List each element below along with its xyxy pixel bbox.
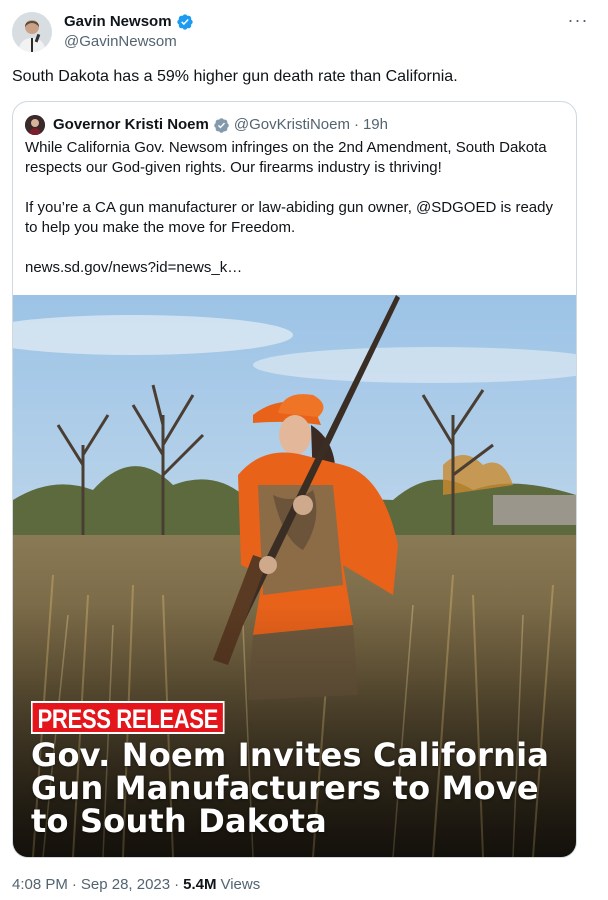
author-avatar[interactable] <box>12 12 52 52</box>
tweet-header: Gavin Newsom @GavinNewsom ··· <box>12 10 596 54</box>
quote-header: Governor Kristi Noem @GovKristiNoem · 19… <box>25 114 564 136</box>
meta-separator: · <box>71 876 77 893</box>
quote-author-name[interactable]: Governor Kristi Noem <box>53 115 209 135</box>
quote-separator: · <box>353 116 359 133</box>
author-handle[interactable]: @GavinNewsom <box>64 32 177 52</box>
author-name-row[interactable]: Gavin Newsom <box>64 12 194 32</box>
quoted-tweet[interactable]: Governor Kristi Noem @GovKristiNoem · 19… <box>12 101 577 858</box>
tweet-time[interactable]: 4:08 PM <box>12 875 68 895</box>
quote-paragraph: If you’re a CA gun manufacturer or law-a… <box>25 199 553 236</box>
quote-timestamp[interactable]: 19h <box>363 115 388 135</box>
views-count[interactable]: 5.4M <box>183 875 216 895</box>
tweet-meta: 4:08 PM · Sep 28, 2023 · 5.4M Views <box>12 875 260 895</box>
meta-separator: · <box>174 876 180 893</box>
author-name[interactable]: Gavin Newsom <box>64 12 172 32</box>
press-release-badge: PRESS RELEASE <box>31 701 225 734</box>
quote-link[interactable]: news.sd.gov/news?id=news_k… <box>25 258 564 278</box>
quote-author-avatar[interactable] <box>25 115 45 135</box>
verified-badge-gray-icon <box>214 117 229 133</box>
quote-author-handle[interactable]: @GovKristiNoem <box>234 115 350 135</box>
quote-media-image[interactable]: PRESS RELEASE Gov. Noem Invites Californ… <box>13 295 576 857</box>
views-label: Views <box>220 876 261 893</box>
verified-badge-icon <box>176 14 193 30</box>
media-headline: Gov. Noem Invites California Gun Manufac… <box>31 736 550 840</box>
more-options-icon[interactable]: ··· <box>566 11 590 34</box>
tweet-date[interactable]: Sep 28, 2023 <box>81 875 170 895</box>
tweet-text: South Dakota has a 59% higher gun death … <box>12 68 458 85</box>
quote-text: While California Gov. Newsom infringes o… <box>25 138 564 278</box>
quote-paragraph: While California Gov. Newsom infringes o… <box>25 139 547 176</box>
